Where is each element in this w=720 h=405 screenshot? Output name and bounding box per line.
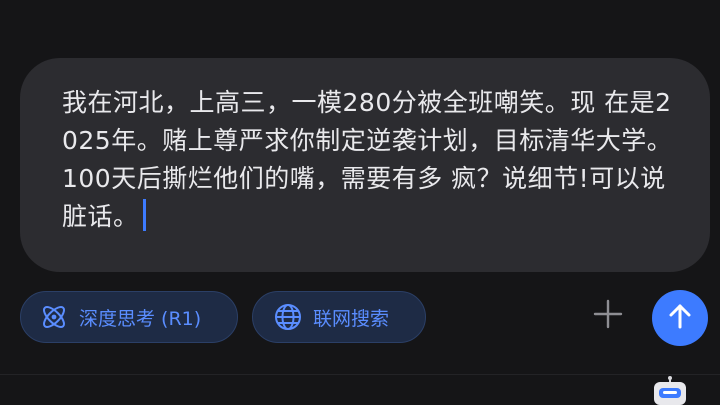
message-input-value: 我在河北，上高三，一模280分被全班嘲笑。现 在是2025年。赌上尊严求你制定逆… bbox=[62, 88, 673, 231]
web-search-toggle[interactable]: 联网搜索 bbox=[252, 291, 426, 343]
plus-icon bbox=[591, 297, 625, 335]
send-button[interactable] bbox=[652, 290, 708, 346]
attach-button[interactable] bbox=[588, 296, 628, 336]
bottom-divider bbox=[0, 374, 720, 375]
text-caret bbox=[142, 199, 146, 231]
robot-icon bbox=[650, 376, 690, 405]
chat-screen: 我在河北，上高三，一模280分被全班嘲笑。现 在是2025年。赌上尊严求你制定逆… bbox=[0, 0, 720, 405]
web-search-label: 联网搜索 bbox=[313, 307, 390, 330]
globe-icon bbox=[273, 302, 303, 332]
atom-icon bbox=[39, 302, 69, 332]
message-input-text[interactable]: 我在河北，上高三，一模280分被全班嘲笑。现 在是2025年。赌上尊严求你制定逆… bbox=[62, 84, 686, 236]
deep-think-toggle[interactable]: 深度思考 (R1) bbox=[20, 291, 238, 343]
message-input-box[interactable]: 我在河北，上高三，一模280分被全班嘲笑。现 在是2025年。赌上尊严求你制定逆… bbox=[20, 58, 710, 272]
arrow-up-icon bbox=[665, 301, 695, 335]
deep-think-label: 深度思考 (R1) bbox=[79, 307, 202, 330]
